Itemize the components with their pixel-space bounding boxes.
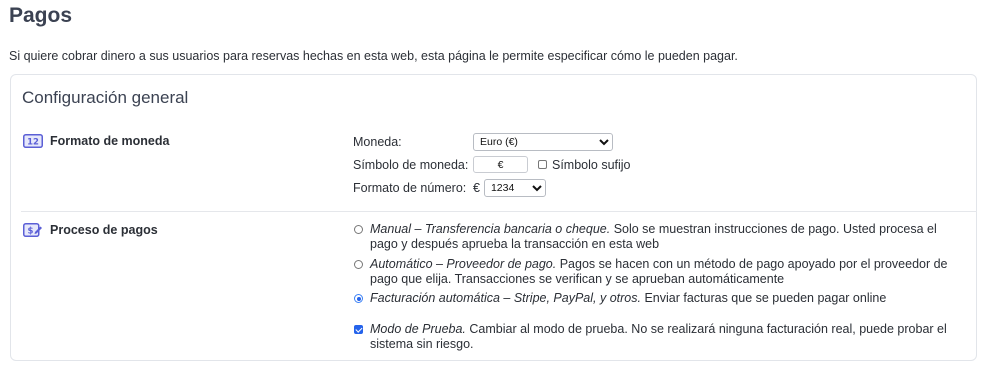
svg-text:$: $	[28, 227, 34, 237]
currency-row: Moneda: Euro (€)	[353, 133, 613, 151]
payment-option-invoicing-title: Facturación automática – Stripe, PayPal,…	[370, 291, 641, 305]
currency-format-icon: 12	[23, 134, 43, 148]
payment-process-label: Proceso de pagos	[50, 223, 158, 237]
number-format-select[interactable]: 1234	[483, 179, 546, 197]
currency-label: Moneda:	[353, 135, 402, 149]
number-format-row: Formato de número: € 1234	[353, 179, 546, 197]
currency-format-label: Formato de moneda	[50, 134, 170, 148]
payment-option-manual[interactable]: Manual – Transferencia bancaria o cheque…	[353, 222, 963, 252]
test-mode-option[interactable]: Modo de Prueba. Cambiar al modo de prueb…	[353, 322, 963, 352]
suffix-symbol-label: Símbolo sufijo	[552, 157, 631, 172]
section-divider	[21, 211, 977, 212]
currency-select[interactable]: Euro (€)	[473, 133, 613, 151]
payment-option-automatic-radio[interactable]	[354, 260, 363, 269]
payment-option-manual-title: Manual – Transferencia bancaria o cheque…	[370, 222, 611, 236]
general-settings-card: Configuración general 12 Formato de mone…	[10, 74, 977, 361]
number-format-label: Formato de número:	[353, 181, 467, 195]
page-intro: Si quiere cobrar dinero a sus usuarios p…	[9, 49, 738, 63]
payment-option-manual-text: Manual – Transferencia bancaria o cheque…	[370, 222, 963, 252]
currency-symbol-row: Símbolo de moneda: Símbolo sufijo	[353, 156, 631, 173]
suffix-symbol-checkbox[interactable]	[538, 160, 547, 169]
currency-symbol-label: Símbolo de moneda:	[353, 157, 469, 172]
number-format-prefix: €	[473, 181, 480, 195]
payment-option-invoicing[interactable]: Facturación automática – Stripe, PayPal,…	[353, 291, 963, 306]
payment-option-automatic[interactable]: Automático – Proveedor de pago. Pagos se…	[353, 257, 963, 287]
payment-process-icon: $	[23, 223, 43, 237]
payment-option-invoicing-text: Facturación automática – Stripe, PayPal,…	[370, 291, 886, 306]
test-mode-checkbox[interactable]	[354, 325, 363, 334]
payment-process-section-label: $ Proceso de pagos	[23, 223, 158, 237]
page-title: Pagos	[9, 4, 73, 27]
svg-text:12: 12	[27, 138, 39, 148]
payment-option-automatic-title: Automático – Proveedor de pago.	[370, 257, 557, 271]
currency-symbol-input[interactable]	[473, 156, 528, 173]
test-mode-title: Modo de Prueba.	[370, 322, 466, 336]
payment-option-automatic-text: Automático – Proveedor de pago. Pagos se…	[370, 257, 963, 287]
currency-format-section-label: 12 Formato de moneda	[23, 134, 169, 148]
payment-option-invoicing-description: Enviar facturas que se pueden pagar onli…	[644, 291, 887, 305]
payment-option-manual-radio[interactable]	[354, 225, 363, 234]
card-title: Configuración general	[22, 88, 189, 107]
test-mode-text: Modo de Prueba. Cambiar al modo de prueb…	[370, 322, 963, 352]
payment-option-invoicing-radio[interactable]	[354, 294, 363, 303]
